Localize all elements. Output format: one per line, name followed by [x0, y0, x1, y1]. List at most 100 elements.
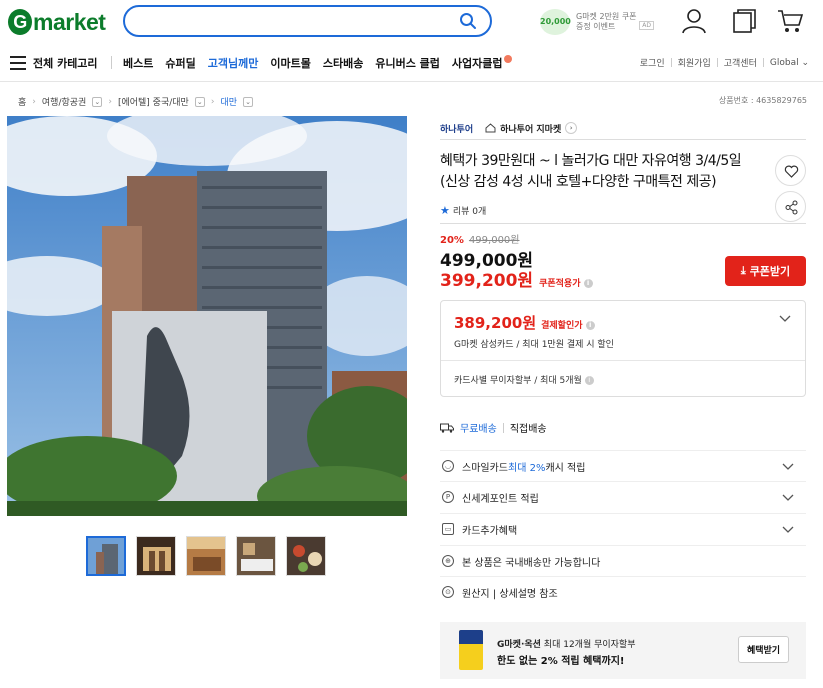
promo-banner[interactable]: 20,000 G마켓 2만원 쿠폰 증정 이벤트 AD [540, 8, 658, 36]
nav-items: 베스트 슈퍼딜 고객님께만 이마트몰 스타배송 유니버스 클럽 사업자클럽 [123, 55, 512, 71]
global-link[interactable]: Global ⌄ [770, 58, 809, 68]
benefit-button[interactable]: 혜택받기 [738, 636, 789, 663]
direct-shipping: 직접배송 [509, 424, 547, 435]
coupon-download-button[interactable]: ⤓ 쿠폰받기 [725, 256, 806, 286]
thumbnail-3[interactable] [186, 536, 226, 576]
chevron-down-icon[interactable]: ⌄ [92, 96, 103, 107]
coin-badge: 20,000 [540, 9, 571, 35]
chevron-down-icon[interactable] [782, 494, 794, 502]
domestic-shipping-row: ⊕ 본 상품은 국내배송만 가능합니다 [440, 545, 806, 576]
download-icon: ⤓ [740, 264, 746, 277]
recent-items-icon[interactable] [731, 8, 757, 34]
banner-line2: 한도 없는 2% 적립 혜택까지! [497, 656, 625, 667]
nav-item-emart[interactable]: 이마트몰 [270, 55, 310, 71]
gmarket-logo[interactable]: Gmarket [8, 6, 106, 38]
chevron-right-icon: › [108, 96, 112, 107]
nav-item-universe-club[interactable]: 유니버스 클럽 [375, 55, 440, 71]
point-icon: P [442, 491, 454, 503]
search-icon[interactable] [459, 12, 477, 30]
all-categories-link[interactable]: 전체 카테고리 [33, 55, 98, 71]
installment-info: 카드사별 무이자할부 / 최대 5개월 i [454, 373, 594, 386]
nav-item-star-delivery[interactable]: 스타배송 [323, 55, 363, 71]
credit-card-image [459, 630, 483, 670]
review-summary[interactable]: ★ 리뷰 0개 [440, 204, 806, 217]
thumbnail-1[interactable] [86, 536, 126, 576]
product-main-image[interactable] [7, 116, 407, 516]
chevron-right-icon: › [210, 96, 215, 107]
main-nav: 전체 카테고리 베스트 슈퍼딜 고객님께만 이마트몰 스타배송 유니버스 클럽 … [0, 50, 823, 76]
nav-utility: 로그인 회원가입 고객센터 Global ⌄ [640, 56, 809, 70]
seller-bar: 하나투어 하나투어 지마켓 › [440, 117, 806, 139]
banner-line1: G마켓·옥션 최대 12개월 무이자할부 [497, 640, 636, 650]
item-number: 상품번호 : 4635829765 [718, 96, 807, 105]
chevron-right-icon: › [565, 122, 578, 134]
nav-divider [111, 56, 112, 69]
discount-percent: 20% [440, 235, 464, 246]
store-link[interactable]: 하나투어 지마켓 › [485, 122, 578, 135]
gmarket-card-banner[interactable]: G마켓·옥션 최대 12개월 무이자할부 한도 없는 2% 적립 혜택까지! 혜… [440, 622, 806, 679]
nav-item-business-club[interactable]: 사업자클럽 [452, 55, 512, 71]
promo-text: G마켓 2만원 쿠폰 증정 이벤트 [576, 12, 637, 31]
coupon-price: 399,200원 [440, 271, 534, 291]
smile-card-row[interactable]: ◡ 스마일카드 최대 2% 캐시 적립 [440, 450, 806, 481]
chevron-down-icon[interactable]: ⌄ [243, 96, 253, 107]
search-input[interactable] [123, 5, 492, 37]
nav-item-for-you[interactable]: 고객님께만 [208, 55, 259, 71]
breadcrumb-airtel[interactable]: [에어텔] 중국/대만 [118, 95, 189, 108]
free-shipping: 무료배송 [460, 424, 497, 435]
menu-icon[interactable] [10, 56, 26, 70]
truck-icon [440, 423, 454, 433]
original-price: 499,000원 [468, 235, 520, 246]
breadcrumb-home[interactable]: 홈 [18, 95, 26, 108]
shinsegae-point-row[interactable]: P 신세계포인트 적립 [440, 481, 806, 512]
new-dot [503, 55, 512, 63]
breadcrumb-travel[interactable]: 여행/항공권 [42, 95, 86, 108]
smile-icon: ◡ [442, 460, 454, 472]
origin-row: ⊙ 원산지 | 상세설명 참조 [440, 576, 806, 607]
thumbnail-2[interactable] [136, 536, 176, 576]
signup-link[interactable]: 회원가입 [678, 56, 711, 69]
wishlist-button[interactable] [775, 155, 806, 186]
payment-card-info: G마켓 삼성카드 / 최대 1만원 결제 시 할인 [454, 340, 614, 350]
divider [440, 139, 806, 140]
star-icon: ★ [440, 204, 450, 217]
breadcrumb-taiwan[interactable]: 대만 [220, 95, 237, 108]
user-icon[interactable] [681, 8, 707, 34]
thumbnail-5[interactable] [286, 536, 326, 576]
globe-icon: ⊕ [442, 555, 454, 567]
nav-item-best[interactable]: 베스트 [123, 55, 153, 71]
info-icon[interactable]: i [583, 279, 593, 288]
chevron-down-icon[interactable] [779, 315, 791, 323]
payment-label: 결제할인가 i [541, 318, 595, 331]
seller-name[interactable]: 하나투어 [440, 122, 473, 135]
home-icon [485, 123, 496, 133]
card-icon: ▭ [442, 523, 454, 535]
chevron-down-icon[interactable] [782, 526, 794, 534]
divider [441, 360, 805, 361]
logo-g: G [8, 9, 32, 35]
breadcrumb: 홈 › 여행/항공권 ⌄ › [에어텔] 중국/대만 ⌄ › 대만 ⌄ [18, 95, 253, 108]
hotel-photo [7, 116, 407, 516]
coupon-price-label: 쿠폰적용가 i [539, 276, 593, 289]
chevron-down-icon[interactable] [782, 463, 794, 471]
shipping-info: 무료배송 직접배송 [440, 420, 547, 435]
payment-price: 389,200원 [454, 314, 537, 332]
payment-discount-box[interactable]: 389,200원 결제할인가 i G마켓 삼성카드 / 최대 1만원 결제 시 … [440, 300, 806, 397]
origin-icon: ⊙ [442, 586, 454, 598]
login-link[interactable]: 로그인 [640, 56, 665, 69]
customer-center-link[interactable]: 고객센터 [724, 56, 757, 69]
thumbnail-4[interactable] [236, 536, 276, 576]
nav-item-superdeal[interactable]: 슈퍼딜 [165, 55, 195, 71]
info-icon[interactable]: i [585, 321, 595, 330]
info-icon[interactable]: i [584, 376, 594, 385]
divider [440, 223, 806, 224]
nav-divider-line [0, 81, 823, 82]
card-benefit-row[interactable]: ▭ 카드추가혜택 [440, 513, 806, 544]
chevron-down-icon[interactable]: ⌄ [194, 96, 205, 107]
logo-text: market [33, 8, 106, 35]
discount-row: 20% 499,000원 [440, 231, 806, 246]
cart-icon[interactable] [777, 8, 803, 34]
heart-icon [784, 165, 799, 178]
review-count: 리뷰 0개 [452, 207, 487, 217]
product-title: 혜택가 39만원대 ~ l 놀러가G 대만 자유여행 3/4/5일 (신상 감성… [440, 153, 742, 190]
